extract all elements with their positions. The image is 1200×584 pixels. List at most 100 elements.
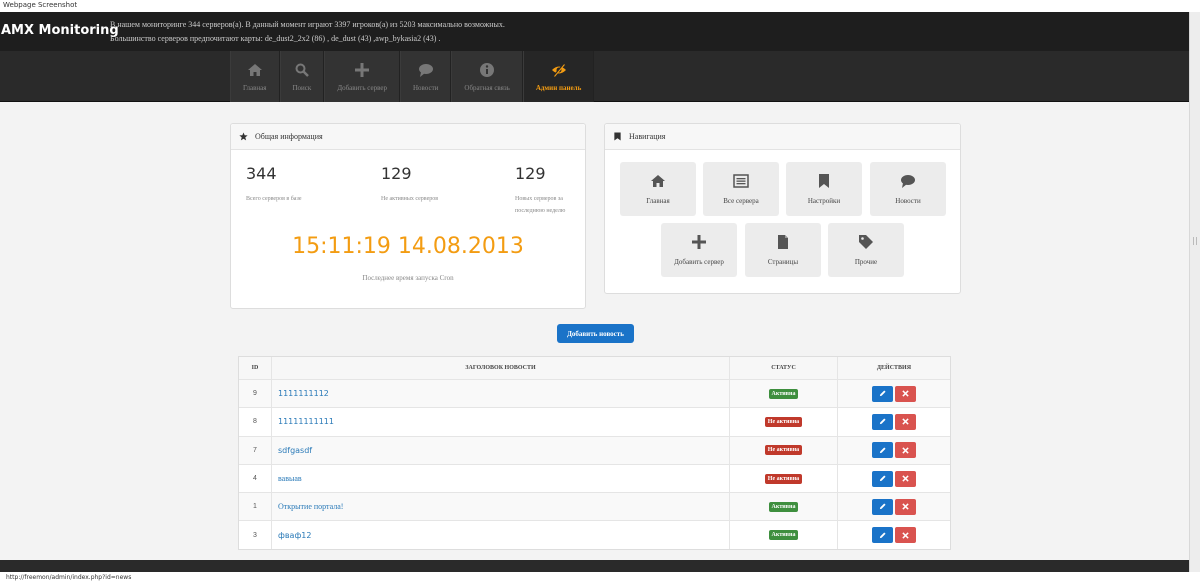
main-nav: Главная Поиск Добавить сервер Новости Об… [0, 51, 1200, 102]
nav-item-search[interactable]: Поиск [279, 51, 325, 102]
general-info-panel: Общая информация 344 Всего серверов в ба… [230, 123, 586, 309]
cron-clock: 15:11:19 14.08.2013 [292, 234, 524, 259]
row-title-link[interactable]: sdfgasdf [272, 436, 730, 464]
brand-logo[interactable]: AMX Monitoring [1, 23, 119, 38]
stat-caption: Всего серверов в базе [246, 196, 302, 202]
nav-item-admin-panel[interactable]: Админ панель [522, 51, 595, 102]
tile-label: Добавить сервер [674, 258, 724, 266]
row-title-link[interactable]: вавыав [272, 464, 730, 493]
stat-caption: Не активных серверов [381, 196, 439, 202]
status-badge: Активна [768, 388, 799, 399]
plus-icon [692, 235, 706, 249]
bookmark-icon [819, 174, 829, 188]
bookmark-icon [614, 132, 621, 141]
add-news-button[interactable]: Добавить новость [557, 324, 634, 343]
status-bar-url: http://freemon/admin/index.php?id=news [0, 572, 1200, 584]
row-title-link[interactable]: 11111111111 [272, 408, 730, 436]
edit-button[interactable] [872, 498, 893, 515]
close-icon [902, 503, 909, 511]
cron-clock-caption: Последнее время запуска Cron [362, 274, 454, 282]
table-row: 4 вавыав Не активна [239, 463, 950, 493]
file-icon [778, 235, 788, 249]
close-icon [902, 447, 909, 454]
edit-button[interactable] [872, 527, 893, 544]
close-icon [902, 418, 909, 426]
row-id: 8 [239, 408, 272, 436]
stat-value: 129 [381, 164, 412, 183]
table-row: 9 1111111112 Активна [239, 379, 950, 408]
tile-label: Главная [646, 197, 670, 205]
table-row: 1 Открытие портала! Активна [239, 492, 950, 521]
tile-pages[interactable]: Страницы [745, 223, 821, 277]
stat-new-servers: 129 Новых серверов за последнюю неделю [515, 164, 585, 217]
scrollbar-thumb[interactable] [1193, 237, 1197, 245]
table-row: 7 sdfgasdf Не активна [239, 435, 950, 464]
status-badge: Активна [768, 501, 799, 512]
table-row: 3 фваф12 Активна [239, 520, 950, 549]
delete-button[interactable] [895, 498, 916, 515]
tile-home[interactable]: Главная [620, 162, 696, 216]
delete-button[interactable] [895, 527, 916, 544]
nav-item-label: Поиск [292, 83, 312, 92]
edit-button[interactable] [872, 385, 893, 402]
pencil-icon [879, 447, 886, 453]
row-title-link[interactable]: фваф12 [272, 521, 730, 549]
pencil-icon [879, 418, 886, 425]
info-icon [480, 62, 495, 77]
status-badge: Не активна [764, 473, 803, 484]
column-header-status[interactable]: СТАТУС [730, 357, 838, 379]
column-header-title[interactable]: ЗАГОЛОВОК НОВОСТИ [272, 357, 730, 379]
pencil-icon [879, 390, 886, 397]
list-icon [733, 174, 749, 188]
table-header-row: ID ЗАГОЛОВОК НОВОСТИ СТАТУС ДЕЙСТВИЯ [239, 357, 950, 379]
nav-item-add-server[interactable]: Добавить сервер [324, 51, 400, 102]
nav-item-home[interactable]: Главная [230, 51, 280, 102]
column-header-actions: ДЕЙСТВИЯ [876, 365, 912, 371]
header-info-line: Большинство серверов предпочитают карты:… [110, 34, 441, 43]
delete-button[interactable] [895, 442, 916, 459]
status-badge: Не активна [764, 445, 803, 456]
nav-item-label: Главная [243, 83, 267, 92]
tile-all-servers[interactable]: Все сервера [703, 162, 779, 216]
row-id: 9 [239, 380, 272, 408]
tile-label: Новости [895, 197, 921, 205]
tile-label: Прочие [854, 258, 878, 266]
tile-other[interactable]: Прочие [828, 223, 904, 277]
comment-icon [901, 175, 915, 188]
delete-button[interactable] [895, 385, 916, 402]
row-title-link[interactable]: Открытие портала! [272, 493, 730, 521]
row-id: 3 [239, 521, 272, 549]
row-id: 1 [239, 493, 272, 521]
nav-item-label: Обратная связь [464, 83, 510, 92]
vertical-scrollbar[interactable] [1189, 12, 1200, 572]
site-header: AMX Monitoring В нашем мониторинге 344 с… [0, 12, 1200, 51]
header-info: В нашем мониторинге 344 серверов(а). В д… [110, 18, 505, 46]
stat-value: 129 [515, 164, 546, 183]
window-caption: Webpage Screenshot [0, 0, 1200, 12]
tile-settings[interactable]: Настройки [786, 162, 862, 216]
pencil-icon [879, 503, 886, 510]
delete-button[interactable] [895, 470, 916, 487]
tile-label: Настройки [807, 197, 841, 205]
panel-header: Общая информация [231, 124, 585, 150]
pencil-icon [879, 532, 886, 538]
stat-caption: Новых серверов за последнюю неделю [515, 196, 566, 214]
delete-button[interactable] [895, 413, 916, 430]
panel-header: Навигация [605, 124, 960, 150]
tile-add-server[interactable]: Добавить сервер [661, 223, 737, 277]
edit-button[interactable] [872, 442, 893, 459]
tile-news[interactable]: Новости [870, 162, 946, 216]
nav-item-feedback[interactable]: Обратная связь [451, 51, 523, 102]
navigation-panel: Навигация Главная Все сервера Настройки … [604, 123, 961, 294]
edit-button[interactable] [872, 470, 893, 487]
edit-button[interactable] [872, 413, 893, 430]
row-title-link[interactable]: 1111111112 [272, 380, 730, 408]
column-header-id[interactable]: ID [239, 357, 272, 379]
status-badge: Не активна [764, 416, 803, 427]
nav-item-news[interactable]: Новости [399, 51, 452, 102]
news-table: ID ЗАГОЛОВОК НОВОСТИ СТАТУС ДЕЙСТВИЯ 9 1… [238, 356, 951, 550]
tile-label: Все сервера [723, 197, 759, 205]
star-icon [239, 132, 248, 141]
status-badge: Активна [768, 530, 799, 541]
table-row: 8 11111111111 Не активна [239, 407, 950, 436]
